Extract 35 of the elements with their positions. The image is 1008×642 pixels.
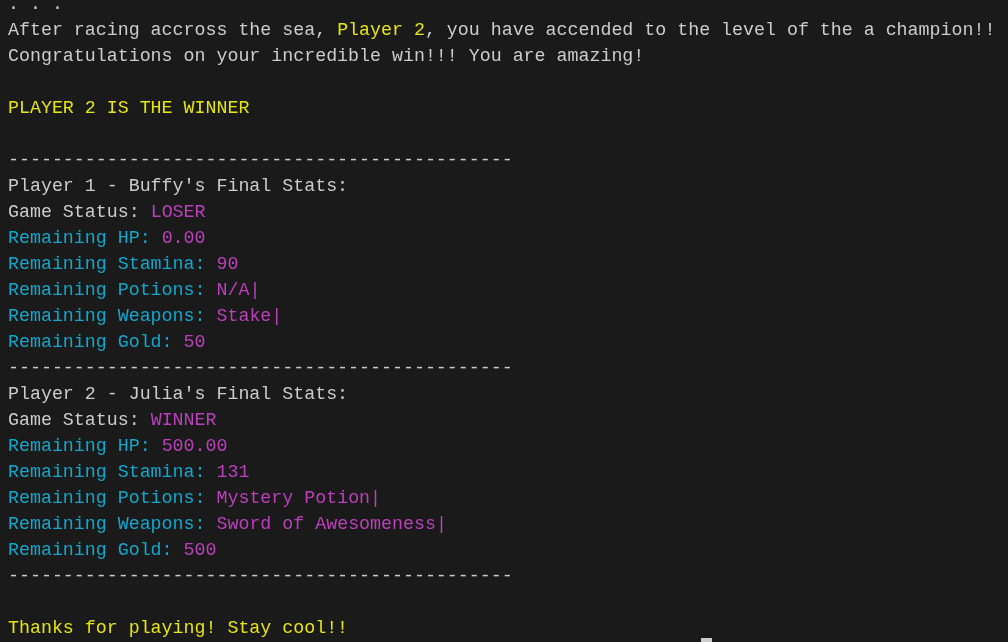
stat-label: Remaining Gold: <box>8 539 173 562</box>
stat-value: 500 <box>183 539 217 562</box>
stat-label: Remaining Potions: <box>8 487 206 510</box>
output-line: Congratulations on your incredible win!!! You are amazing! <box>8 45 645 68</box>
output-line: . . . <box>8 0 63 16</box>
stat-label: Game Status: <box>8 409 140 432</box>
output-line: PLAYER 2 IS THE WINNER <box>8 97 250 120</box>
stat-value: LOSER <box>150 201 206 224</box>
text-cursor <box>701 638 712 642</box>
stat-value: 50 <box>183 331 206 354</box>
output-line: Player 2 - Julia's Final Stats: <box>8 383 349 406</box>
stat-label: Remaining HP: <box>8 435 151 458</box>
divider-line: ---------------------------------------------- <box>8 565 513 588</box>
stat-label: Remaining Stamina: <box>8 461 206 484</box>
stat-value: Mystery Potion| <box>216 487 382 510</box>
stat-value: 90 <box>216 253 239 276</box>
stat-value: N/A| <box>216 279 261 302</box>
stat-label: Remaining Potions: <box>8 279 206 302</box>
stat-label: Remaining Weapons: <box>8 305 206 328</box>
output-line: After racing accross the sea, Player 2, you have accended to the level of the a champion!! <box>8 19 996 42</box>
stat-value: 131 <box>216 461 250 484</box>
stat-label: Remaining Stamina: <box>8 253 206 276</box>
divider-line: ---------------------------------------------- <box>8 357 513 380</box>
output-line: Player 1 - Buffy's Final Stats: <box>8 175 349 198</box>
stat-value: 0.00 <box>161 227 206 250</box>
stat-value: WINNER <box>150 409 217 432</box>
stat-value: Stake| <box>216 305 283 328</box>
stat-value: Sword of Awesomeness| <box>216 513 447 536</box>
stat-value: 500.00 <box>161 435 228 458</box>
stat-label: Remaining Gold: <box>8 331 173 354</box>
stat-label: Game Status: <box>8 201 140 224</box>
divider-line: ---------------------------------------------- <box>8 149 513 172</box>
output-line: Thanks for playing! Stay cool!! <box>8 617 349 640</box>
stat-label: Remaining HP: <box>8 227 151 250</box>
stat-label: Remaining Weapons: <box>8 513 206 536</box>
